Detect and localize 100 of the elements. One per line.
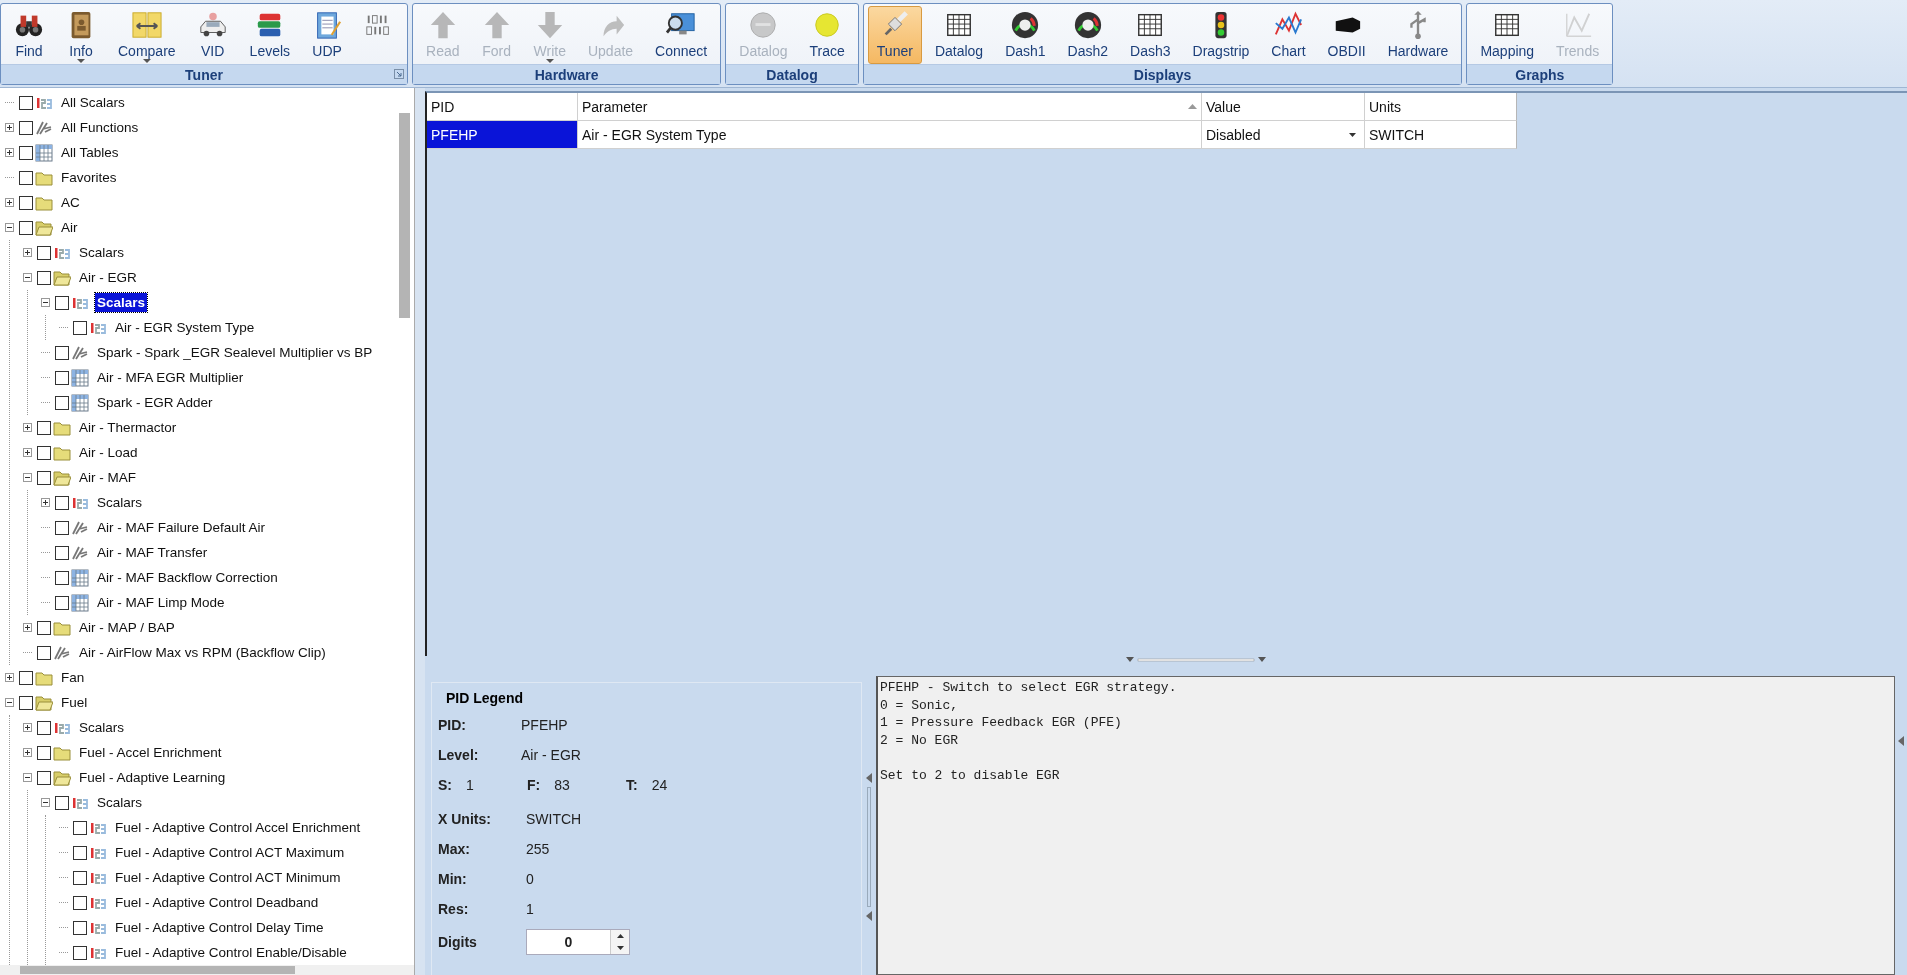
collapse-icon[interactable] [5, 698, 14, 707]
collapse-icon[interactable] [41, 298, 50, 307]
checkbox[interactable] [19, 120, 33, 135]
tree-item[interactable]: Fuel - Adaptive Control Enable/Disable [113, 943, 349, 962]
tree-item[interactable]: Air - MFA EGR Multiplier [95, 368, 246, 387]
checkbox[interactable] [37, 720, 51, 735]
collapse-icon[interactable] [41, 798, 50, 807]
tree-item[interactable]: Scalars [95, 493, 144, 512]
tree-item[interactable]: Fuel [59, 693, 90, 712]
checkbox[interactable] [37, 445, 51, 460]
column-header[interactable]: Units [1365, 93, 1517, 121]
ribbon-button[interactable]: Datalog [925, 6, 993, 64]
ribbon-button[interactable]: Find [5, 6, 53, 64]
checkbox[interactable] [55, 595, 69, 610]
ribbon-button[interactable]: Mapping [1471, 6, 1544, 64]
tree-item[interactable]: Fuel - Adaptive Control Accel Enrichment [113, 818, 363, 837]
checkbox[interactable] [37, 745, 51, 760]
checkbox[interactable] [37, 420, 51, 435]
expand-icon[interactable] [5, 123, 14, 132]
tree-item[interactable]: Air - MAF [77, 468, 138, 487]
tree-item[interactable]: Scalars [95, 793, 144, 812]
tree-item[interactable]: Air - Thermactor [77, 418, 179, 437]
tree-item[interactable]: Air - Load [77, 443, 140, 462]
ribbon-button[interactable]: Dash1 [996, 6, 1055, 64]
expand-icon[interactable] [23, 423, 32, 432]
checkbox[interactable] [19, 95, 33, 110]
tree-item[interactable]: Air - EGR System Type [113, 318, 257, 337]
ribbon-button[interactable]: Hardware [1378, 6, 1458, 64]
ribbon-button[interactable]: Dash2 [1058, 6, 1118, 64]
checkbox[interactable] [19, 695, 33, 710]
tree-item[interactable]: Spark - Spark _EGR Sealevel Multiplier vs BP [95, 343, 375, 362]
checkbox[interactable] [37, 470, 51, 485]
number-spinner[interactable]: 0 [526, 929, 630, 955]
dropdown-cell[interactable]: Disabled [1202, 121, 1365, 149]
checkbox[interactable] [19, 170, 33, 185]
checkbox[interactable] [73, 820, 87, 835]
expand-icon[interactable] [5, 148, 14, 157]
tree-item[interactable]: Fuel - Adaptive Control Deadband [113, 893, 321, 912]
checkbox[interactable] [73, 320, 87, 335]
ribbon-button[interactable]: UDP [303, 6, 352, 64]
checkbox[interactable] [19, 145, 33, 160]
checkbox[interactable] [37, 245, 51, 260]
expand-icon[interactable] [41, 498, 50, 507]
ribbon-button[interactable]: OBDII [1318, 6, 1375, 64]
expand-icon[interactable] [23, 748, 32, 757]
tree-item[interactable]: Fuel - Adaptive Control Delay Time [113, 918, 326, 937]
checkbox[interactable] [37, 645, 51, 660]
scrollbar-thumb[interactable] [20, 966, 295, 974]
tree-item[interactable]: Air - AirFlow Max vs RPM (Backflow Clip) [77, 643, 328, 662]
checkbox[interactable] [55, 795, 69, 810]
tree-item[interactable]: AC [59, 193, 82, 212]
description-box[interactable]: PFEHP - Switch to select EGR strategy. 0 = Sonic, 1 = Pressure Feedback EGR (PFE) 2 = No EGR Set to 2 to disable EGR [876, 676, 1895, 975]
ribbon-button[interactable]: Compare [109, 6, 185, 64]
checkbox[interactable] [55, 345, 69, 360]
checkbox[interactable] [73, 920, 87, 935]
scrollbar-thumb[interactable] [399, 113, 410, 318]
tree-item[interactable]: Favorites [59, 168, 119, 187]
checkbox[interactable] [55, 495, 69, 510]
column-header[interactable]: Value [1202, 93, 1365, 121]
ribbon-button[interactable]: Connect [646, 6, 717, 64]
table-cell[interactable]: SWITCH [1365, 121, 1517, 149]
checkbox[interactable] [55, 520, 69, 535]
expand-icon[interactable] [5, 198, 14, 207]
ribbon-button[interactable]: Dash3 [1121, 6, 1180, 64]
ribbon-button[interactable]: Levels [240, 6, 300, 64]
tree-item[interactable]: Air [59, 218, 80, 237]
checkbox[interactable] [73, 945, 87, 960]
expand-icon[interactable] [23, 448, 32, 457]
tree-item[interactable]: Air - MAF Limp Mode [95, 593, 227, 612]
tree-item[interactable]: All Scalars [59, 93, 127, 112]
ribbon-button[interactable]: Dragstrip [1183, 6, 1259, 64]
expand-icon[interactable] [23, 623, 32, 632]
table-cell[interactable]: PFEHP [427, 121, 578, 149]
collapse-icon[interactable] [23, 473, 32, 482]
splitter-handle-icon[interactable] [1126, 656, 1266, 664]
tree-item[interactable]: Air - MAP / BAP [77, 618, 177, 637]
tree-item[interactable]: Air - MAF Failure Default Air [95, 518, 268, 537]
expand-icon[interactable] [5, 673, 14, 682]
tree-item[interactable]: Air - MAF Transfer [95, 543, 210, 562]
tree-item[interactable]: Fuel - Adaptive Control ACT Minimum [113, 868, 343, 887]
checkbox[interactable] [55, 395, 69, 410]
checkbox[interactable] [55, 295, 69, 310]
ribbon-button[interactable]: Tuner [867, 6, 922, 64]
collapse-icon[interactable] [23, 273, 32, 282]
column-header[interactable]: PID [427, 93, 578, 121]
tree-item[interactable]: All Functions [59, 118, 141, 137]
column-header[interactable]: Parameter [578, 93, 1202, 121]
tree-item[interactable]: Spark - EGR Adder [95, 393, 215, 412]
ribbon-button[interactable]: Chart [1262, 6, 1315, 64]
scrollbar[interactable] [0, 965, 414, 975]
checkbox[interactable] [55, 545, 69, 560]
checkbox[interactable] [19, 220, 33, 235]
checkbox[interactable] [19, 195, 33, 210]
tree-item[interactable]: Fan [59, 668, 87, 687]
expand-icon[interactable] [23, 723, 32, 732]
checkbox[interactable] [73, 845, 87, 860]
table-cell[interactable]: Air - EGR System Type [578, 121, 1202, 149]
checkbox[interactable] [19, 670, 33, 685]
collapse-icon[interactable] [5, 223, 14, 232]
tree-item[interactable]: Air - MAF Backflow Correction [95, 568, 280, 587]
